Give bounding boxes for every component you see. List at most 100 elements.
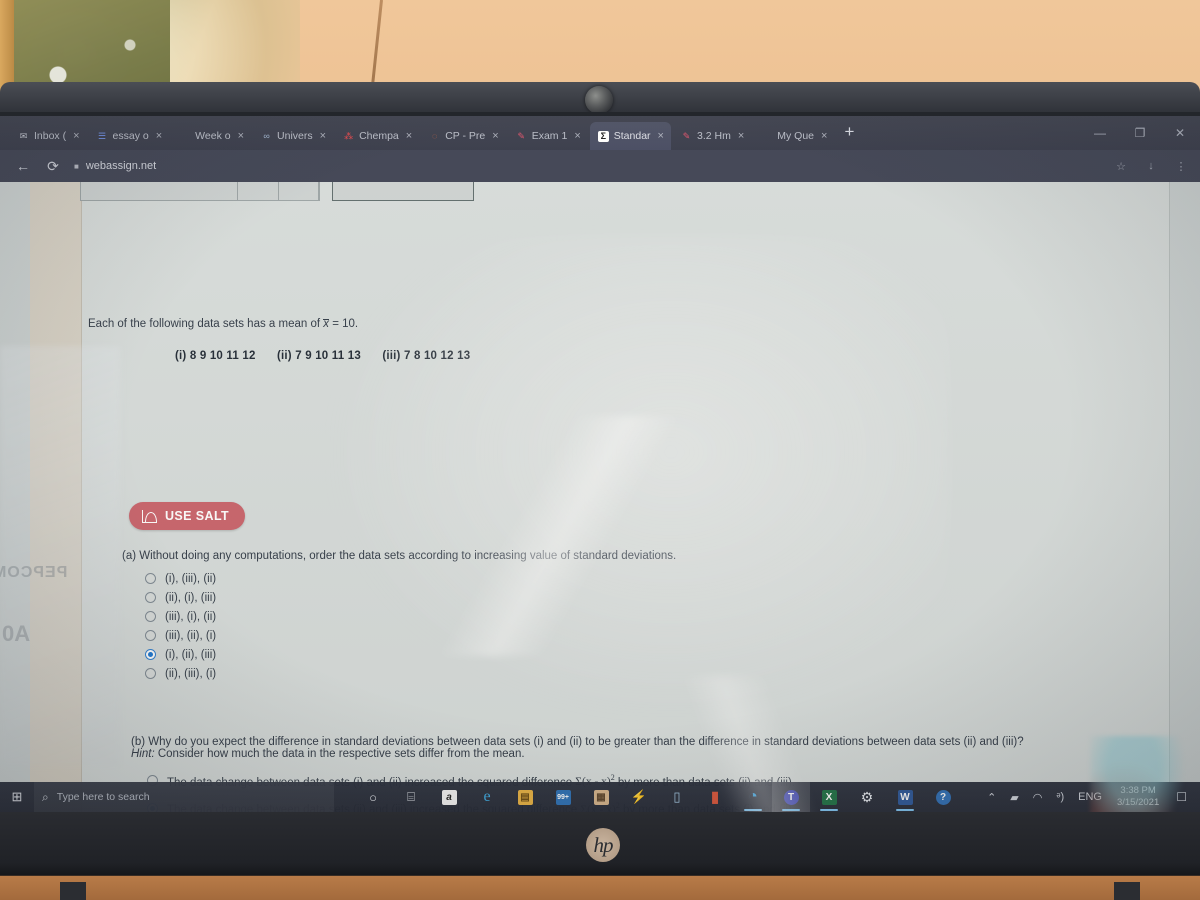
browser-tab-1[interactable]: ☰ essay o × bbox=[89, 122, 170, 150]
page-left-gutter bbox=[30, 182, 82, 812]
new-tab-button[interactable]: + bbox=[834, 123, 864, 144]
downloads-icon[interactable]: ↓ bbox=[1136, 160, 1166, 172]
radio-icon[interactable] bbox=[145, 573, 156, 584]
taskbar-app-teams[interactable]: T bbox=[772, 782, 810, 812]
part-a-option-0[interactable]: (i), (iii), (ii) bbox=[145, 569, 822, 588]
chem-icon: ⁂ bbox=[344, 130, 354, 141]
taskbar-app-file-explorer[interactable]: ▤ bbox=[506, 782, 544, 812]
use-salt-button[interactable]: USE SALT bbox=[129, 502, 246, 530]
radio-icon[interactable] bbox=[145, 668, 156, 679]
blank-icon bbox=[761, 131, 772, 142]
magnifier-icon: ⌕ bbox=[42, 789, 49, 804]
tab-title: Chempa bbox=[359, 130, 399, 142]
tab-close-icon[interactable]: × bbox=[574, 130, 580, 142]
file-explorer-icon: ▤ bbox=[517, 789, 533, 805]
minimize-icon[interactable]: — bbox=[1080, 126, 1120, 140]
option-label: (ii), (i), (iii) bbox=[165, 591, 217, 604]
start-button-icon[interactable]: ⊞ bbox=[0, 789, 34, 805]
radio-icon[interactable] bbox=[145, 611, 156, 622]
blank-icon bbox=[179, 131, 190, 142]
tab-close-icon[interactable]: × bbox=[320, 130, 326, 142]
hint-text: Consider how much the data in the respec… bbox=[154, 748, 525, 760]
maximize-icon[interactable]: ❐ bbox=[1120, 126, 1160, 140]
taskbar-app-microsoft-store[interactable]: ▦ bbox=[582, 782, 620, 812]
internet-explorer-icon: e bbox=[483, 788, 491, 805]
part-a-option-4[interactable]: (i), (ii), (iii) bbox=[145, 645, 822, 664]
circle-icon: ◌ bbox=[432, 130, 438, 141]
browser-tab-3[interactable]: ∞ Univers × bbox=[253, 122, 333, 150]
microsoft-edge-icon: ◔ bbox=[748, 788, 758, 805]
taskbar-app-usb-device[interactable]: ▯ bbox=[658, 782, 696, 812]
laptop-foot bbox=[1114, 882, 1140, 900]
taskbar-search-input[interactable]: ⌕ Type here to search bbox=[34, 782, 334, 812]
clipped-table-cell bbox=[279, 182, 319, 200]
browser-tab-8[interactable]: ✎ 3.2 Hm × bbox=[673, 122, 751, 150]
radio-icon[interactable] bbox=[145, 649, 156, 660]
tab-close-icon[interactable]: × bbox=[658, 130, 664, 142]
taskbar-app-help[interactable]: ? bbox=[924, 782, 962, 812]
browser-tab-6[interactable]: ✎ Exam 1 × bbox=[508, 122, 588, 150]
excel-icon: X bbox=[821, 789, 837, 805]
address-bar[interactable]: ■ webassign.net bbox=[74, 160, 156, 172]
language-indicator[interactable]: ENG bbox=[1071, 791, 1109, 803]
browser-tab-5[interactable]: ◌ CP - Pre × bbox=[421, 122, 506, 150]
stem-suffix: = 10. bbox=[329, 318, 359, 330]
taskbar-app-amazon[interactable]: a bbox=[430, 782, 468, 812]
browser-tab-2[interactable]: Week o × bbox=[171, 122, 251, 150]
option-label: (i), (ii), (iii) bbox=[165, 648, 217, 661]
tab-close-icon[interactable]: × bbox=[821, 130, 827, 142]
taskbar-app-cortana[interactable]: ○ bbox=[354, 782, 392, 812]
taskbar-app-settings[interactable]: ⚙ bbox=[848, 782, 886, 812]
tab-title: Week o bbox=[195, 130, 231, 142]
browser-menu-icon[interactable]: ⋮ bbox=[1166, 160, 1196, 173]
browser-tab-0[interactable]: ✉ Inbox ( × bbox=[10, 122, 87, 150]
tab-title: Univers bbox=[277, 130, 313, 142]
wifi-icon[interactable]: ◠ bbox=[1026, 791, 1050, 804]
action-center-icon[interactable]: ☐ bbox=[1167, 790, 1196, 804]
battery-icon[interactable]: ▰ bbox=[1003, 791, 1025, 804]
part-b-prompt: (b) Why do you expect the difference in … bbox=[131, 736, 1024, 748]
tab-title: Standar bbox=[613, 130, 651, 142]
taskbar-app-mail[interactable]: 99+ bbox=[544, 782, 582, 812]
part-a-option-3[interactable]: (iii), (ii), (i) bbox=[145, 626, 822, 645]
radio-icon[interactable] bbox=[145, 592, 156, 603]
taskbar-app-microsoft-edge[interactable]: ◔ bbox=[734, 782, 772, 812]
close-window-icon[interactable]: ✕ bbox=[1160, 126, 1200, 140]
system-tray: ⌃ ▰ ◠ ᵊ) ENG 3:38 PM 3/15/2021 ☐ bbox=[980, 785, 1200, 809]
tab-close-icon[interactable]: × bbox=[406, 130, 412, 142]
window-controls: — ❐ ✕ bbox=[1080, 116, 1200, 150]
back-icon[interactable]: ← bbox=[8, 158, 38, 174]
tab-close-icon[interactable]: × bbox=[156, 130, 162, 142]
data-set-iii: (iii) 7 8 10 12 13 bbox=[382, 350, 471, 362]
reload-icon[interactable]: ⟳ bbox=[38, 158, 68, 175]
taskbar-app-task-view[interactable]: ⌸ bbox=[392, 782, 430, 812]
taskbar-app-word[interactable]: W bbox=[886, 782, 924, 812]
volume-icon[interactable]: ᵊ) bbox=[1049, 791, 1071, 803]
browser-toolbar: ← ⟳ ■ webassign.net ☆ ↓ ⋮ bbox=[0, 150, 1200, 182]
taskbar-app-excel[interactable]: X bbox=[810, 782, 848, 812]
browser-tab-4[interactable]: ⁂ Chempa × bbox=[335, 122, 419, 150]
option-label: (iii), (ii), (i) bbox=[165, 629, 217, 642]
part-a-option-1[interactable]: (ii), (i), (iii) bbox=[145, 588, 822, 607]
taskbar-app-internet-explorer[interactable]: e bbox=[468, 782, 506, 812]
webcam-icon bbox=[585, 86, 613, 114]
web-page-viewport[interactable]: Each of the following data sets has a me… bbox=[0, 182, 1200, 812]
taskbar-app-lightning[interactable]: ⚡ bbox=[620, 782, 658, 812]
tab-close-icon[interactable]: × bbox=[238, 130, 244, 142]
tab-close-icon[interactable]: × bbox=[738, 130, 744, 142]
mail-icon: ✉ bbox=[19, 130, 28, 141]
bookmark-star-icon[interactable]: ☆ bbox=[1106, 160, 1136, 173]
tab-close-icon[interactable]: × bbox=[73, 130, 79, 142]
option-label: (ii), (iii), (i) bbox=[165, 667, 217, 680]
show-hidden-icons-chevron-icon[interactable]: ⌃ bbox=[980, 791, 1003, 804]
part-a-option-5[interactable]: (ii), (iii), (i) bbox=[145, 664, 822, 683]
taskbar-clock[interactable]: 3:38 PM 3/15/2021 bbox=[1109, 785, 1167, 809]
browser-tab-7-active[interactable]: Σ Standar × bbox=[589, 122, 671, 150]
part-a-option-2[interactable]: (iii), (i), (ii) bbox=[145, 607, 822, 626]
browser-tab-9[interactable]: My Que × bbox=[753, 122, 834, 150]
taskbar-app-office[interactable]: ▮ bbox=[696, 782, 734, 812]
tab-close-icon[interactable]: × bbox=[492, 130, 498, 142]
radio-icon[interactable] bbox=[145, 630, 156, 641]
search-placeholder: Type here to search bbox=[56, 791, 150, 803]
url-text: webassign.net bbox=[85, 160, 157, 172]
